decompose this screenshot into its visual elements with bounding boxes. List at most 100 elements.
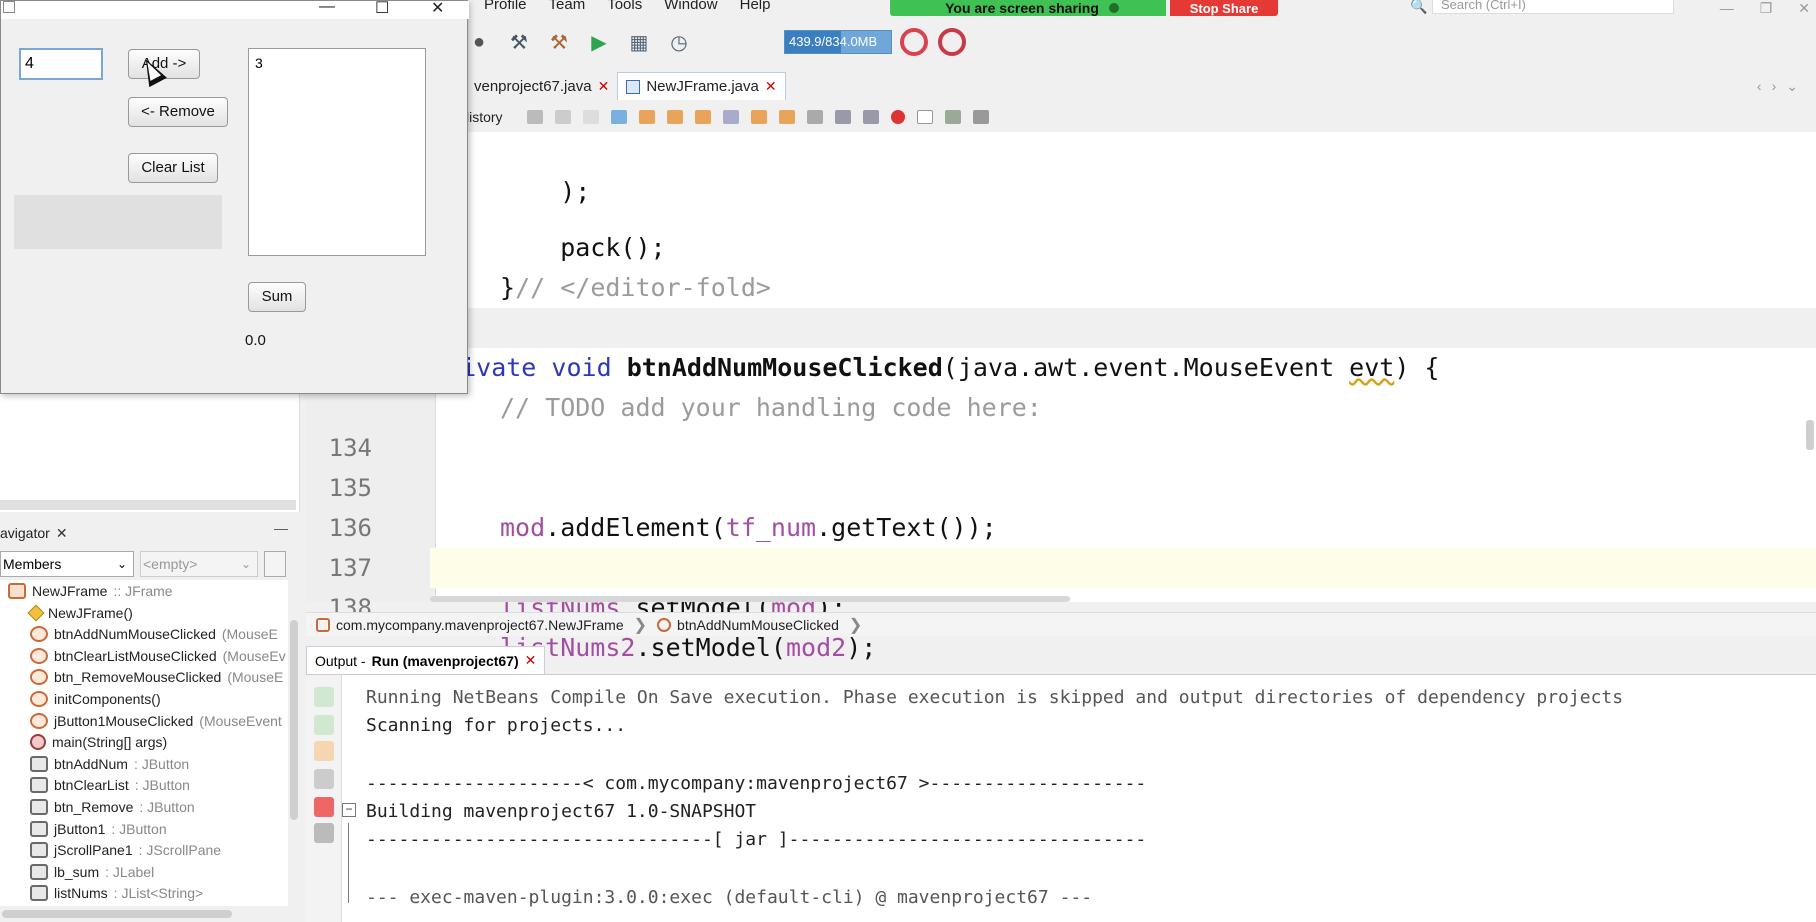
profiler-snapshot-icon[interactable] xyxy=(938,28,966,56)
navigator-title[interactable]: avigator xyxy=(0,525,50,541)
navigator-options-icon[interactable] xyxy=(264,551,286,577)
rerun-icon[interactable] xyxy=(314,687,334,707)
chevron-left-icon[interactable]: ‹ xyxy=(1757,78,1772,94)
navigator-item[interactable]: main(String[] args) xyxy=(30,731,173,753)
chevron-down-icon[interactable]: ⌄ xyxy=(1786,78,1808,94)
shift-left-icon[interactable] xyxy=(834,110,851,124)
find-previous-icon[interactable] xyxy=(638,110,655,124)
tab-newjframe[interactable]: NewJFrame.java ✕ xyxy=(617,72,786,100)
build-hammer-icon[interactable]: ⚒ xyxy=(506,29,532,55)
navigator-vertical-scrollbar[interactable] xyxy=(288,580,300,906)
memory-usage-bar[interactable]: 439.9/834.0MB xyxy=(784,30,892,54)
clear-list-button[interactable]: Clear List xyxy=(128,153,218,183)
toggle-highlight-icon[interactable] xyxy=(694,110,711,124)
last-edit-icon[interactable] xyxy=(526,110,543,124)
minimize-icon[interactable]: — xyxy=(1720,0,1734,17)
find-next-icon[interactable] xyxy=(666,110,683,124)
stop-icon[interactable] xyxy=(314,797,334,817)
navigator-item[interactable]: NewJFrame() xyxy=(27,602,139,624)
number-input[interactable]: 4 xyxy=(19,48,103,80)
navigator-item[interactable]: jButton1MouseClicked (MouseEvent xyxy=(30,710,282,732)
stop-macro-icon[interactable] xyxy=(916,110,933,124)
minimize-icon[interactable]: — xyxy=(319,0,335,16)
minimize-icon[interactable]: — xyxy=(274,520,288,536)
navigator-horizontal-scrollbar[interactable] xyxy=(0,906,300,922)
menu-window[interactable]: Window xyxy=(664,0,717,12)
toggle-rect-select-icon[interactable] xyxy=(722,110,739,124)
prev-bookmark-icon[interactable] xyxy=(750,110,767,124)
record-macro-icon[interactable] xyxy=(890,110,905,124)
close-icon[interactable]: ✕ xyxy=(431,0,444,18)
debug-icon[interactable]: ▦ xyxy=(626,29,652,55)
menu-team[interactable]: Team xyxy=(549,0,586,12)
garbage-collect-icon[interactable] xyxy=(900,28,928,56)
close-tab-icon[interactable]: ✕ xyxy=(525,652,537,669)
close-tab-icon[interactable]: ✕ xyxy=(598,78,610,95)
navigator-item[interactable]: btnClearList : JButton xyxy=(30,774,190,796)
breadcrumb-method[interactable]: btnAddNumMouseClicked xyxy=(647,617,849,633)
resume-icon[interactable] xyxy=(314,741,334,761)
maximize-icon[interactable]: ☐ xyxy=(375,0,389,18)
output-side-toolbar xyxy=(306,675,342,922)
gear-icon[interactable] xyxy=(314,823,334,843)
toggle-bookmark-icon[interactable] xyxy=(806,110,823,124)
rerun-goals-icon[interactable] xyxy=(314,715,334,735)
navigator-item[interactable]: lb_sum : JLabel xyxy=(30,861,154,883)
uncomment-icon[interactable] xyxy=(972,110,989,124)
search-input[interactable]: Search (Ctrl+I) xyxy=(1432,0,1674,14)
close-icon[interactable]: ✕ xyxy=(1798,0,1810,17)
globe-icon[interactable]: ● xyxy=(466,29,492,55)
navigator-item[interactable]: btnAddNum : JButton xyxy=(30,753,189,775)
back-icon[interactable] xyxy=(554,110,571,124)
run-icon[interactable]: ▶ xyxy=(586,29,612,55)
forward-icon[interactable] xyxy=(582,110,599,124)
navigator-item[interactable]: jButton1 : JButton xyxy=(30,818,167,840)
comment-icon[interactable] xyxy=(944,110,961,124)
navigator-item[interactable]: btnClearListMouseClicked (MouseEv xyxy=(30,645,286,667)
menu-tools[interactable]: Tools xyxy=(607,0,642,12)
stop-share-button[interactable]: Stop Share xyxy=(1170,0,1278,16)
projects-horizontal-scrollbar[interactable] xyxy=(0,500,296,510)
breadcrumb-class[interactable]: com.mycompany.mavenproject67.NewJFrame xyxy=(306,617,634,633)
navigator-item-name: jButton1 xyxy=(54,820,106,837)
sum-button[interactable]: Sum xyxy=(248,282,306,312)
tab-mavenproject67[interactable]: venproject67.java ✕ xyxy=(466,72,617,100)
collapse-icon[interactable]: − xyxy=(342,803,356,817)
members-dropdown[interactable]: Members ⌄ xyxy=(0,551,134,577)
scope-dropdown[interactable]: <empty> ⌄ xyxy=(140,551,258,577)
list-item[interactable]: 3 xyxy=(255,55,419,71)
tab-navigation: ‹›⌄ xyxy=(1757,78,1808,95)
next-bookmark-icon[interactable] xyxy=(778,110,795,124)
settings-icon[interactable] xyxy=(314,769,334,789)
close-tab-icon[interactable]: ✕ xyxy=(765,78,777,95)
navigator-item-name: btn_Remove xyxy=(54,799,134,815)
navigator-item[interactable]: listNums : JList<String> xyxy=(30,882,203,904)
close-icon[interactable]: ✕ xyxy=(56,525,68,542)
navigator-item-name: btnAddNumMouseClicked xyxy=(54,626,216,643)
clean-build-icon[interactable]: ⚒ xyxy=(546,29,572,55)
navigator-item[interactable]: initComponents() xyxy=(30,688,167,710)
jframe-titlebar[interactable]: — ☐ ✕ xyxy=(1,0,469,19)
find-icon[interactable] xyxy=(610,110,627,124)
navigator-item[interactable]: NewJFrame :: JFrame xyxy=(8,580,173,602)
editor-vertical-scrollbar[interactable] xyxy=(1806,420,1814,450)
navigator-item[interactable]: btn_RemoveMouseClicked (MouseE xyxy=(30,666,283,688)
profile-icon[interactable]: ◷ xyxy=(666,29,692,55)
code-editor[interactable]: ); pack(); }// </editor-fold> private vo… xyxy=(306,132,1816,662)
numbers-list[interactable]: 3 xyxy=(248,48,426,256)
navigator-item[interactable]: jScrollPane1 : JScrollPane xyxy=(30,839,221,861)
output-window[interactable]: Running NetBeans Compile On Save executi… xyxy=(306,674,1816,922)
navigator-item-type: : JList<String> xyxy=(113,885,204,902)
remove-button[interactable]: <- Remove xyxy=(128,97,228,127)
restore-icon[interactable]: ❐ xyxy=(1760,0,1773,17)
navigator-item[interactable]: btnAddNumMouseClicked (MouseE xyxy=(30,623,278,645)
editor-horizontal-scrollbar[interactable] xyxy=(430,596,1070,602)
menu-help[interactable]: Help xyxy=(740,0,771,12)
tab-output-run[interactable]: Output - Run (mavenproject67) ✕ xyxy=(306,646,546,674)
menu-profile[interactable]: Profile xyxy=(484,0,527,12)
navigator-item-type: : JButton xyxy=(111,820,167,837)
shift-right-icon[interactable] xyxy=(862,110,879,124)
history-tab[interactable]: listory xyxy=(466,109,503,125)
navigator-item[interactable]: btn_Remove : JButton xyxy=(30,796,195,818)
chevron-right-icon[interactable]: › xyxy=(1772,78,1787,94)
